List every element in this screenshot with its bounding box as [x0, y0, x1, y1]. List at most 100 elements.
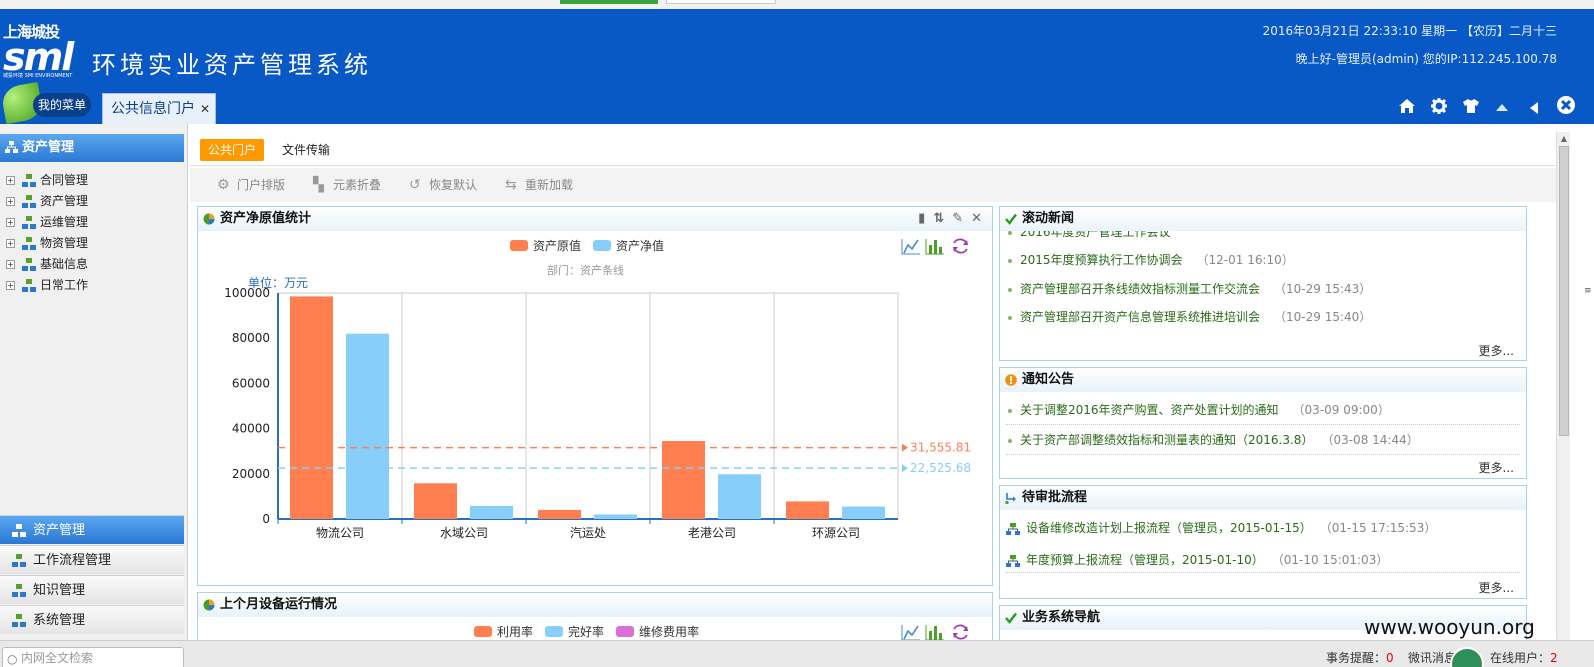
expand-icon[interactable]: +: [6, 281, 15, 290]
online-label: 在线用户：: [1490, 651, 1551, 665]
approval-date: （01-15 17:15:53）: [1325, 521, 1437, 535]
tree-item-material[interactable]: + 物资管理: [6, 233, 88, 254]
vertical-scrollbar[interactable]: ▲: [1556, 132, 1570, 640]
expand-icon[interactable]: +: [6, 260, 15, 269]
tree-item-contract[interactable]: + 合同管理: [6, 170, 88, 191]
notice-panel: 通知公告 关于调整2016年资产购置、资产处置计划的通知 （03-09 09:00…: [999, 367, 1527, 479]
grip-icon: ≡: [1584, 286, 1592, 296]
top-green-button[interactable]: [560, 0, 658, 4]
top-white-button[interactable]: [666, 0, 776, 4]
avatar[interactable]: [1450, 647, 1484, 667]
watermark: www.wooyun.org: [1364, 615, 1535, 639]
reload-button[interactable]: ⇆ 重新加载: [505, 176, 573, 194]
subtab-public-portal[interactable]: 公共门户: [200, 139, 265, 161]
left-icon[interactable]: [1520, 98, 1548, 122]
close-icon[interactable]: [1552, 95, 1580, 119]
approval-item[interactable]: 年度预算上报流程（管理员，2015-01-10） （01-10 15:01:03）: [1006, 551, 1388, 568]
panel-title: 待审批流程: [1022, 490, 1088, 505]
y-tick-label: 100000: [224, 286, 270, 300]
accordion-system[interactable]: 系统管理: [0, 605, 184, 634]
expand-icon[interactable]: +: [6, 176, 15, 185]
expand-icon[interactable]: +: [6, 218, 15, 227]
tree-item-label: 资产管理: [40, 194, 89, 208]
tree-item-label: 物资管理: [40, 236, 89, 250]
message-status[interactable]: 微讯消息: [1408, 649, 1456, 666]
approval-item[interactable]: 设备维修改造计划上报流程（管理员，2015-01-15） （01-15 17:15…: [1006, 519, 1436, 536]
user-greeting: 晚上好-管理员(admin) 您的IP:112.245.100.78: [1295, 52, 1557, 66]
news-title: 2015年度预算执行工作协调会: [1020, 253, 1183, 267]
expand-icon[interactable]: +: [6, 239, 15, 248]
shirt-icon[interactable]: [1457, 97, 1485, 121]
search-placeholder: 内网全文检索: [21, 651, 94, 665]
sidebar-tree: + 合同管理 + 资产管理 + 运维管理 + 物资管理 + 基础信息 + 日常工…: [6, 170, 88, 296]
tab-close-icon[interactable]: ✕: [200, 94, 210, 124]
restore-button[interactable]: ↺ 恢复默认: [409, 176, 477, 194]
online-count: 2: [1550, 651, 1558, 665]
notice-item[interactable]: 关于调整2016年资产购置、资产处置计划的通知 （03-09 09:00）: [1008, 401, 1390, 418]
panel-title: 滚动新闻: [1022, 211, 1075, 226]
bar-net: [346, 333, 389, 519]
approval-title: 年度预算上报流程（管理员，2015-01-10）: [1026, 553, 1264, 567]
undo-icon: ↺: [409, 177, 421, 193]
accordion-knowledge[interactable]: 知识管理: [0, 575, 184, 604]
expand-icon[interactable]: +: [6, 197, 15, 206]
tree-item-label: 基础信息: [40, 257, 89, 271]
accordion-workflow[interactable]: 工作流程管理: [0, 545, 184, 574]
x-tick-label: 物流公司: [316, 526, 364, 540]
scroll-thumb[interactable]: [1559, 146, 1569, 436]
my-menu-button[interactable]: 我的菜单: [0, 81, 91, 125]
tree-item-asset[interactable]: + 资产管理: [6, 191, 88, 212]
todo-status[interactable]: 事务提醒：0: [1326, 649, 1394, 666]
x-tick-label: 老港公司: [688, 526, 736, 540]
tree-item-ops[interactable]: + 运维管理: [6, 212, 88, 233]
news-item[interactable]: 2015年度预算执行工作协调会 （12-01 16:10）: [1008, 251, 1294, 268]
x-tick-label: 环源公司: [812, 526, 860, 540]
panel-title: 上个月设备运行情况: [220, 597, 338, 612]
news-date: （10-29 15:40）: [1274, 310, 1372, 324]
news-date: （10-29 15:43）: [1274, 282, 1372, 296]
news-panel: 2016年度资产管理工作会议 滚动新闻 2015年度预算执行工作协调会 （12-0…: [999, 206, 1527, 361]
todo-count: 0: [1386, 651, 1394, 665]
gear-icon[interactable]: [1425, 97, 1453, 121]
news-more-link[interactable]: 更多...: [1479, 342, 1514, 359]
news-item[interactable]: 资产管理部召开资产信息管理系统推进培训会 （10-29 15:40）: [1008, 308, 1371, 325]
bar-original: [414, 483, 457, 519]
tree-item-label: 日常工作: [40, 278, 89, 292]
tree-node-icon: [12, 584, 26, 597]
sidebar-title[interactable]: 资产管理: [0, 134, 184, 162]
divider: [1006, 424, 1520, 425]
reload-label: 重新加载: [525, 178, 574, 192]
scroll-up-icon[interactable]: ▲: [1559, 134, 1569, 144]
bullet: [1008, 287, 1012, 292]
left-sidebar: 资产管理 + 合同管理 + 资产管理 + 运维管理 + 物资管理 + 基础信息: [0, 124, 188, 667]
collapse-label: 元素折叠: [333, 178, 382, 192]
accordion-asset[interactable]: 资产管理: [0, 515, 184, 544]
approval-more-link[interactable]: 更多...: [1479, 579, 1514, 596]
fulltext-search-input[interactable]: ○ 内网全文检索: [2, 647, 184, 667]
layout-button[interactable]: ⚙ 门户排版: [217, 176, 285, 194]
tree-item-daily[interactable]: + 日常工作: [6, 275, 88, 296]
online-status[interactable]: 在线用户：2: [1490, 649, 1558, 666]
mark-line-label: 22,525.68: [910, 461, 971, 475]
logo-sub: 城投环境 SMI ENVIRONMENT: [3, 73, 73, 79]
subtab-file-transfer[interactable]: 文件传输: [274, 139, 338, 161]
up-icon[interactable]: [1488, 98, 1516, 122]
x-tick-label: 汽运处: [570, 525, 606, 540]
x-tick-label: 水域公司: [440, 526, 488, 540]
collapse-button[interactable]: ▚ 元素折叠: [313, 176, 381, 194]
home-icon[interactable]: [1393, 97, 1421, 121]
bar-net: [594, 514, 637, 519]
notice-item[interactable]: 关于资产部调整绩效指标和测量表的通知（2016.3.8） （03-08 14:44…: [1008, 431, 1419, 448]
legend-intact[interactable]: 完好率: [568, 625, 604, 639]
legend-usage[interactable]: 利用率: [497, 625, 533, 639]
notice-more-link[interactable]: 更多...: [1479, 459, 1514, 476]
panel-header: 待审批流程: [1000, 486, 1526, 510]
tree-node-icon: [22, 237, 36, 250]
tree-node-icon: [22, 279, 36, 292]
tree-item-basic[interactable]: + 基础信息: [6, 254, 88, 275]
tree-node-icon: [12, 524, 26, 537]
tab-public-portal[interactable]: 公共信息门户 ✕: [102, 93, 216, 124]
legend-swatch-repair: [616, 626, 635, 637]
news-item[interactable]: 资产管理部召开条线绩效指标测量工作交流会 （10-29 15:43）: [1008, 280, 1371, 297]
legend-repair[interactable]: 维修费用率: [639, 625, 699, 639]
